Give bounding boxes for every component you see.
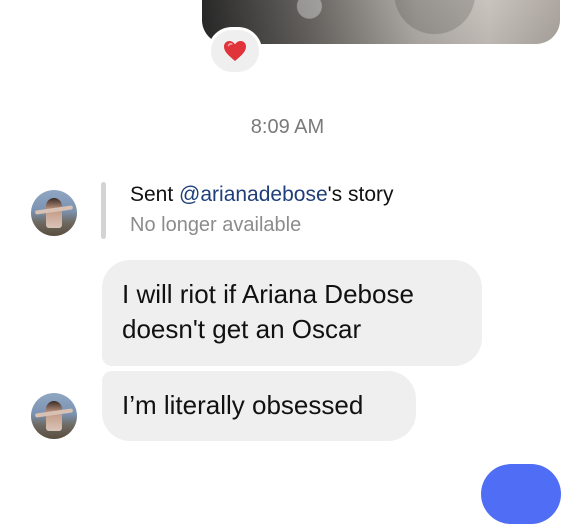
outgoing-message-bubble[interactable]	[481, 464, 561, 524]
avatar-person	[46, 401, 62, 431]
message-bubble[interactable]: I’m literally obsessed	[102, 371, 416, 441]
story-reply-bar	[101, 182, 106, 239]
story-share[interactable]: Sent @arianadebose's story No longer ava…	[130, 180, 394, 240]
heart-icon	[224, 41, 246, 61]
story-status: No longer available	[130, 214, 302, 236]
avatar[interactable]	[31, 190, 77, 236]
reaction-badge[interactable]	[208, 27, 262, 75]
story-mention-link[interactable]: @arianadebose	[179, 183, 328, 206]
story-suffix: 's story	[327, 183, 394, 206]
story-sent-line: Sent @arianadebose's story	[130, 180, 394, 210]
message-timestamp: 8:09 AM	[250, 116, 325, 138]
avatar-person	[46, 198, 62, 228]
avatar[interactable]	[31, 393, 77, 439]
story-sent-prefix: Sent	[130, 183, 180, 206]
message-bubble[interactable]: I will riot if Ariana Debose doesn't get…	[102, 260, 482, 366]
